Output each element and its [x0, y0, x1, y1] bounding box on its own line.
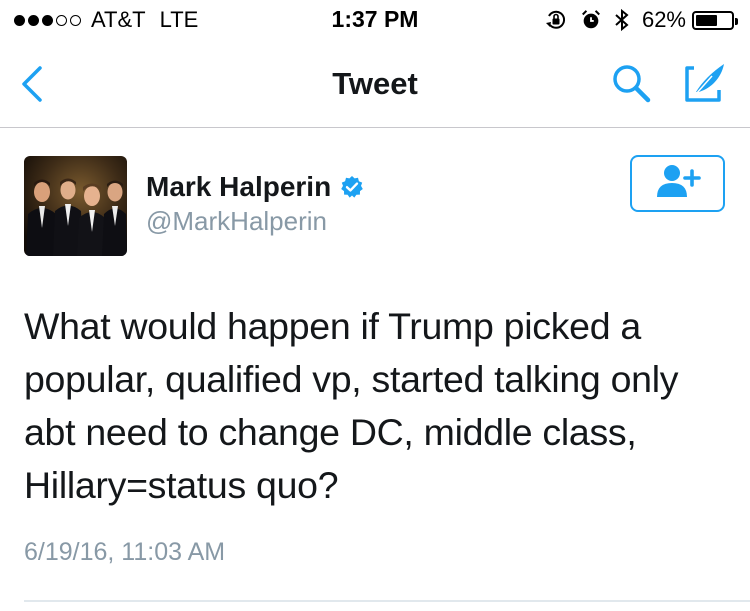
verified-badge-icon [340, 175, 364, 199]
author-name[interactable]: Mark Halperin [146, 171, 331, 203]
status-right: 62% [544, 6, 738, 34]
author-name-row: Mark Halperin [146, 168, 364, 206]
avatar[interactable] [24, 156, 127, 256]
compose-icon[interactable] [682, 60, 728, 106]
bluetooth-icon [614, 8, 630, 32]
tweet-text: What would happen if Trump picked a popu… [24, 305, 679, 506]
search-icon[interactable] [610, 62, 654, 106]
add-user-icon [654, 163, 702, 204]
battery-fill [696, 14, 718, 26]
tweet-timestamp: 6/19/16, 11:03 AM [24, 538, 226, 566]
battery-icon [692, 10, 738, 30]
battery-percent: 62% [641, 7, 686, 32]
status-bar: AT&T LTE 1:37 PM 62% [0, 0, 750, 40]
alarm-icon [580, 9, 602, 31]
orientation-lock-icon [544, 8, 568, 32]
navigation-bar: Tweet [0, 40, 750, 128]
battery-cap [735, 17, 738, 25]
divider [24, 600, 750, 602]
follow-button[interactable] [630, 155, 725, 212]
author-handle[interactable]: @MarkHalperin [146, 206, 327, 237]
